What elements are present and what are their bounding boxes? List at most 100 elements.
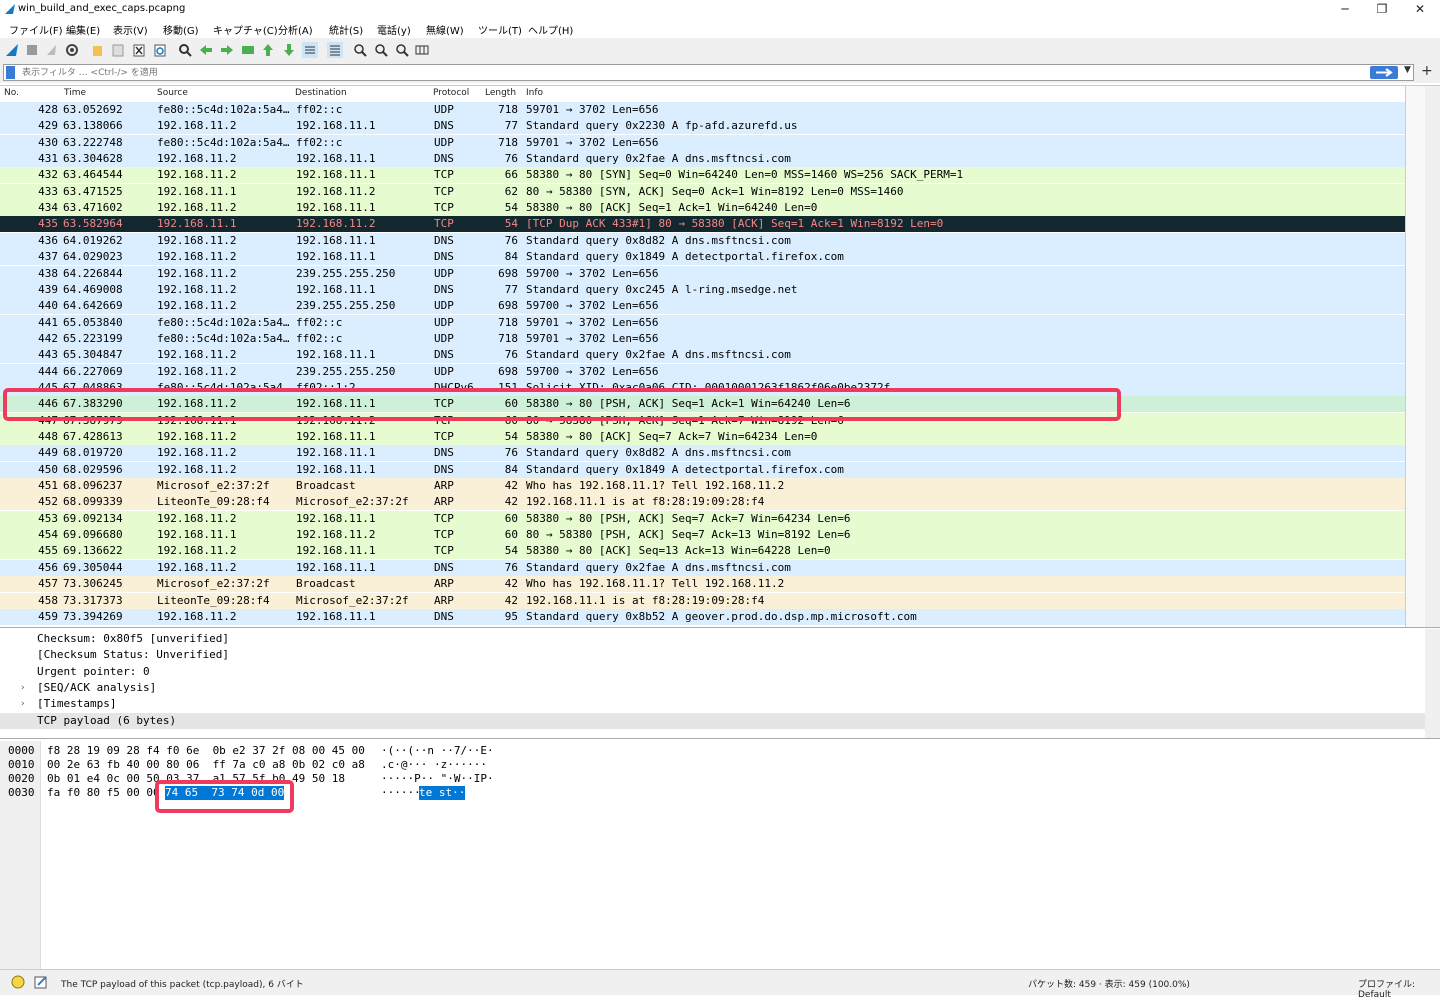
menu-tools[interactable]: ツール(T) [478, 22, 522, 37]
packet-row[interactable]: 442 65.223199 fe80::5c4d:102a:5a4… ff02::c U… [0, 330, 1405, 347]
detail-line[interactable]: Checksum: 0x80f5 [unverified] [0, 631, 1425, 647]
packet-row[interactable]: 457 73.306245 Microsof_e2:37:2f Broadcast AR… [0, 576, 1405, 593]
restart-capture-icon[interactable] [44, 42, 60, 58]
packet-row[interactable]: 455 69.136622 192.168.11.2 192.168.11.1 TCP 5… [0, 543, 1405, 560]
colorize-icon[interactable] [327, 42, 343, 58]
profile[interactable]: プロファイル: Default [1358, 977, 1440, 1000]
menu-edit[interactable]: 編集(E) [66, 22, 100, 37]
packet-row[interactable]: 453 69.092134 192.168.11.2 192.168.11.1 TCP 6… [0, 510, 1405, 527]
packet-row[interactable]: 440 64.642669 192.168.11.2 239.255.255.250 U… [0, 298, 1405, 315]
packet-row[interactable]: 429 63.138066 192.168.11.2 192.168.11.1 DNS 7… [0, 118, 1405, 135]
save-file-icon[interactable] [110, 42, 126, 58]
restore-button[interactable]: ❐ [1362, 0, 1402, 19]
last-packet-icon[interactable] [281, 42, 297, 58]
first-packet-icon[interactable] [260, 42, 276, 58]
details-scrollbar[interactable] [1425, 629, 1440, 738]
packet-list-scrollbar[interactable] [1425, 86, 1440, 627]
close-file-icon[interactable] [131, 42, 147, 58]
detail-line-timestamps[interactable]: › [Timestamps] [0, 696, 1425, 712]
close-button[interactable]: ✕ [1400, 0, 1440, 19]
packet-row[interactable]: 450 68.029596 192.168.11.2 192.168.11.1 DNS 8… [0, 461, 1405, 478]
menu-capture[interactable]: キャプチャ(C) [213, 22, 278, 37]
byte-hex[interactable]: f8 28 19 09 28 f4 f0 6e 0b e2 37 2f 08 0… [47, 744, 365, 758]
packet-row[interactable]: 434 63.471602 192.168.11.2 192.168.11.1 TCP 5… [0, 200, 1405, 217]
menu-file[interactable]: ファイル(F) [9, 22, 63, 37]
find-packet-icon[interactable] [177, 42, 193, 58]
go-forward-icon[interactable] [219, 42, 235, 58]
cell-src: 192.168.11.2 [157, 364, 237, 378]
resize-columns-icon[interactable] [414, 42, 430, 58]
packet-row[interactable]: 452 68.099339 LiteonTe_09:28:f4 Microsof_e2… [0, 494, 1405, 511]
packet-row[interactable]: 438 64.226844 192.168.11.2 239.255.255.250 U… [0, 265, 1405, 282]
open-file-icon[interactable] [90, 42, 106, 58]
packet-row[interactable]: 432 63.464544 192.168.11.2 192.168.11.1 TCP 6… [0, 167, 1405, 184]
cell-info: 80 → 58380 [PSH, ACK] Seq=7 Ack=13 Win=8… [526, 528, 851, 542]
detail-line-seq-ack[interactable]: › [SEQ/ACK analysis] [0, 680, 1425, 696]
packet-row[interactable]: 459 73.394269 192.168.11.2 192.168.11.1 DNS 9… [0, 608, 1405, 625]
byte-ascii-highlight[interactable]: te st·· [419, 786, 466, 800]
col-time[interactable]: Time [64, 88, 86, 98]
packet-row[interactable]: 430 63.222748 fe80::5c4d:102a:5a4… ff02::c U… [0, 134, 1405, 151]
menu-help[interactable]: ヘルプ(H) [528, 22, 573, 37]
col-source[interactable]: Source [157, 88, 188, 98]
cell-dst: 239.255.255.250 [296, 364, 396, 378]
packet-row[interactable]: 443 65.304847 192.168.11.2 192.168.11.1 DNS 7… [0, 347, 1405, 364]
packet-row[interactable]: 428 63.052692 fe80::5c4d:102a:5a4… ff02::c U… [0, 102, 1405, 118]
col-destination[interactable]: Destination [295, 88, 347, 98]
byte-ascii[interactable]: ······ [381, 786, 421, 800]
packet-row[interactable]: 441 65.053840 fe80::5c4d:102a:5a4… ff02::c U… [0, 314, 1405, 331]
byte-hex[interactable]: fa f0 80 f5 00 00 [47, 786, 160, 800]
byte-ascii[interactable]: ·(··(··n ··7/··E· [381, 744, 494, 758]
packet-row[interactable]: 458 73.317373 LiteonTe_09:28:f4 Microsof_e2… [0, 592, 1405, 609]
add-filter-button[interactable]: + [1421, 63, 1433, 79]
go-back-icon[interactable] [198, 42, 214, 58]
menu-analyze[interactable]: 分析(A) [278, 22, 313, 37]
go-to-packet-icon[interactable] [240, 42, 256, 58]
menu-wireless[interactable]: 無線(W) [426, 22, 464, 37]
cell-no: 432 [38, 168, 58, 182]
display-filter-input[interactable] [22, 65, 1362, 80]
col-length[interactable]: Length [485, 88, 516, 98]
col-protocol[interactable]: Protocol [433, 88, 469, 98]
filter-dropdown-icon[interactable]: ▼ [1404, 65, 1411, 75]
packet-row[interactable]: 437 64.029023 192.168.11.2 192.168.11.1 DNS 8… [0, 249, 1405, 266]
packet-row[interactable]: 444 66.227069 192.168.11.2 239.255.255.250 U… [0, 363, 1405, 380]
reload-file-icon[interactable] [152, 42, 168, 58]
menu-statistics[interactable]: 統計(S) [329, 22, 363, 37]
menu-view[interactable]: 表示(V) [113, 22, 148, 37]
packet-row[interactable]: 449 68.019720 192.168.11.2 192.168.11.1 DNS 7… [0, 445, 1405, 462]
byte-hex[interactable]: 00 2e 63 fb 40 00 80 06 ff 7a c0 a8 0b 0… [47, 758, 365, 772]
apply-filter-icon[interactable] [1370, 66, 1398, 79]
packet-row[interactable]: 439 64.469008 192.168.11.2 192.168.11.1 DNS 7… [0, 281, 1405, 298]
capture-options-icon[interactable] [64, 42, 80, 58]
capture-comment-icon[interactable] [33, 974, 49, 990]
packet-row[interactable]: 448 67.428613 192.168.11.2 192.168.11.1 TCP 5… [0, 429, 1405, 445]
packet-row[interactable]: 451 68.096237 Microsof_e2:37:2f Broadcast AR… [0, 478, 1405, 495]
expert-info-icon[interactable] [11, 975, 25, 989]
col-info[interactable]: Info [526, 88, 543, 98]
col-no[interactable]: No. [4, 88, 19, 98]
packet-row[interactable]: 456 69.305044 192.168.11.2 192.168.11.1 DNS 7… [0, 559, 1405, 576]
minimize-button[interactable]: ─ [1325, 0, 1365, 19]
menu-go[interactable]: 移動(G) [163, 22, 199, 37]
menu-telephony[interactable]: 電話(y) [377, 22, 411, 37]
autoscroll-icon[interactable] [302, 42, 318, 58]
packet-row[interactable]: 435 63.582964 192.168.11.1 192.168.11.2 TCP 5… [0, 216, 1405, 233]
byte-ascii[interactable]: ·····P·· "·W··IP· [381, 772, 494, 786]
byte-ascii[interactable]: .c·@··· ·z······ [381, 758, 487, 772]
detail-line[interactable]: Urgent pointer: 0 [0, 664, 1425, 680]
normal-size-icon[interactable] [394, 42, 410, 58]
detail-line[interactable]: [Checksum Status: Unverified] [0, 647, 1425, 663]
detail-line-tcp-payload[interactable]: TCP payload (6 bytes) [0, 713, 1425, 729]
packet-list-header: No. Time Source Destination Protocol Len… [0, 86, 1405, 103]
packet-row[interactable]: 454 69.096680 192.168.11.1 192.168.11.2 TCP 6… [0, 527, 1405, 544]
bookmark-icon[interactable] [6, 66, 15, 79]
packet-row[interactable]: 436 64.019262 192.168.11.2 192.168.11.1 DNS 7… [0, 232, 1405, 249]
stop-capture-icon[interactable] [24, 42, 40, 58]
packet-minimap[interactable] [1405, 86, 1426, 627]
packet-row[interactable]: 433 63.471525 192.168.11.1 192.168.11.2 TCP 6… [0, 183, 1405, 200]
zoom-out-icon[interactable] [373, 42, 389, 58]
packet-row[interactable]: 431 63.304628 192.168.11.2 192.168.11.1 DNS 7… [0, 151, 1405, 168]
start-capture-icon[interactable] [4, 42, 20, 58]
zoom-in-icon[interactable] [352, 42, 368, 58]
